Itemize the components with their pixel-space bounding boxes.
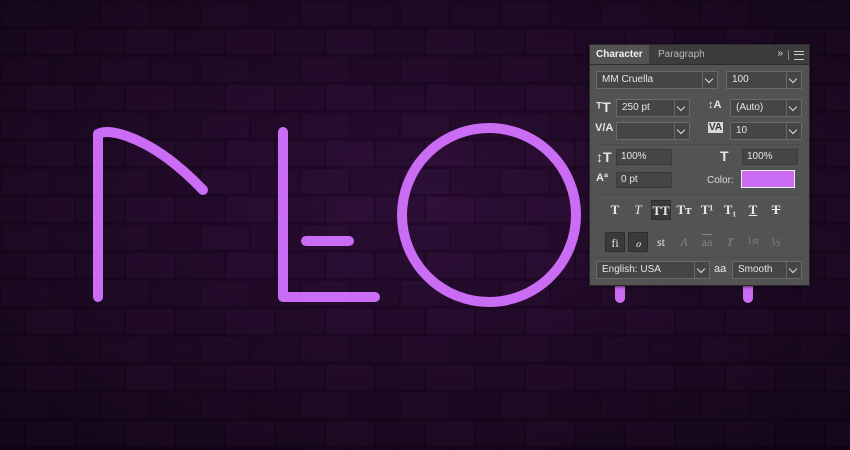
- ligatures-button[interactable]: fi: [605, 232, 625, 252]
- ordinals-button[interactable]: 1st: [743, 232, 763, 252]
- discretionary-ligatures-button[interactable]: ℴ: [628, 232, 648, 252]
- font-family-value: MM Cruella: [602, 74, 654, 85]
- faux-italic-button[interactable]: T: [628, 200, 648, 220]
- font-style-value: 100: [732, 74, 749, 85]
- tracking-icon: VA: [708, 122, 724, 133]
- chevron-down-icon: [674, 100, 689, 116]
- font-style-dropdown[interactable]: 100: [726, 71, 802, 89]
- tab-character[interactable]: Character: [590, 45, 649, 64]
- chevron-down-icon: [674, 123, 689, 139]
- faux-bold-button[interactable]: T: [605, 200, 625, 220]
- tracking-value: 10: [736, 125, 748, 136]
- baseline-shift-field[interactable]: 0 pt: [616, 172, 672, 188]
- font-size-icon: ᵀT: [596, 99, 611, 115]
- character-panel: Character Paragraph » MM Cruella 100 ᵀT …: [589, 44, 810, 286]
- font-family-dropdown[interactable]: MM Cruella: [596, 71, 718, 89]
- collapse-panel-icon[interactable]: »: [777, 48, 783, 59]
- antialias-dropdown[interactable]: Smooth: [732, 261, 802, 279]
- tab-paragraph[interactable]: Paragraph: [652, 45, 711, 64]
- tab-bar-divider: [788, 50, 789, 60]
- all-caps-button[interactable]: TT: [651, 200, 671, 220]
- strikethrough-button[interactable]: T: [766, 200, 786, 220]
- small-caps-button[interactable]: Tт: [674, 200, 694, 220]
- section-divider: [596, 144, 803, 145]
- swash-button[interactable]: A: [674, 232, 694, 252]
- chevron-down-icon: [694, 262, 709, 278]
- kerning-icon: V/A: [595, 122, 614, 134]
- chevron-down-icon: [786, 123, 801, 139]
- baseline-shift-icon: Aª: [596, 172, 609, 184]
- vertical-scale-field[interactable]: 100%: [616, 149, 672, 165]
- font-size-value: 250 pt: [622, 102, 650, 113]
- section-divider: [596, 257, 803, 258]
- fractions-button[interactable]: ½: [766, 232, 786, 252]
- panel-tab-bar: Character Paragraph »: [590, 45, 809, 65]
- font-size-field[interactable]: 250 pt: [616, 99, 690, 117]
- antialias-value: Smooth: [738, 264, 773, 275]
- horizontal-scale-icon: T: [720, 148, 729, 164]
- tracking-field[interactable]: 10: [730, 122, 802, 140]
- leading-icon: ↕A: [708, 99, 722, 111]
- underline-button[interactable]: T: [743, 200, 763, 220]
- language-value: English: USA: [602, 264, 661, 275]
- chevron-down-icon: [786, 262, 801, 278]
- chevron-down-icon: [702, 72, 717, 88]
- leading-field[interactable]: (Auto): [730, 99, 802, 117]
- kerning-field[interactable]: [616, 122, 690, 140]
- horizontal-scale-field[interactable]: 100%: [742, 149, 798, 165]
- chevron-down-icon: [786, 72, 801, 88]
- stylistic-alternates-button[interactable]: st: [651, 232, 671, 252]
- titling-alternates-button[interactable]: aa: [697, 232, 717, 252]
- text-color-swatch[interactable]: [741, 170, 795, 188]
- vertical-scale-icon: ↕T: [596, 149, 612, 165]
- panel-menu-icon[interactable]: [794, 51, 804, 60]
- antialias-icon: aa: [714, 263, 727, 275]
- language-dropdown[interactable]: English: USA: [596, 261, 710, 279]
- superscript-button[interactable]: T¹: [697, 200, 717, 220]
- color-label: Color:: [707, 175, 734, 186]
- ornaments-button[interactable]: T: [720, 232, 740, 252]
- chevron-down-icon: [786, 100, 801, 116]
- section-divider: [596, 194, 803, 195]
- leading-value: (Auto): [736, 102, 764, 113]
- subscript-button[interactable]: T₁: [720, 200, 740, 220]
